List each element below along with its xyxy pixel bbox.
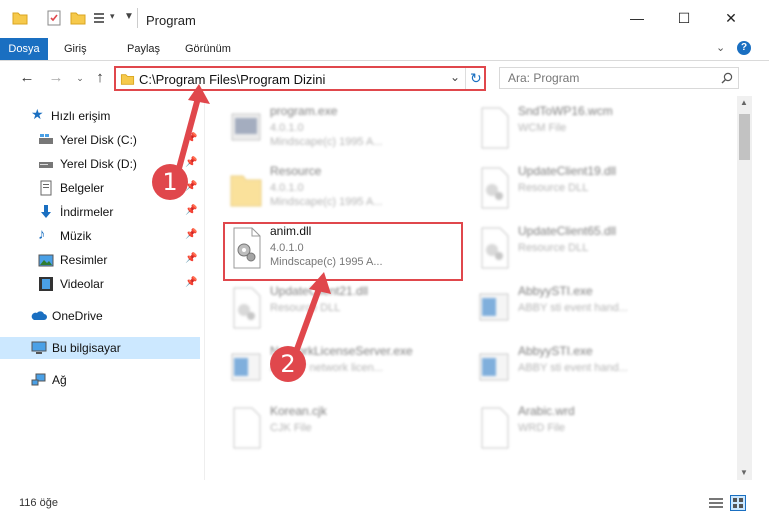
- arrow-2-head: [309, 272, 331, 294]
- callout-1: 1: [152, 164, 188, 200]
- callout-2: 2: [270, 346, 306, 382]
- arrow-1-head: [188, 84, 210, 104]
- arrow-1: [175, 97, 201, 173]
- arrow-2: [293, 284, 323, 354]
- annotation-arrows: [175, 84, 331, 354]
